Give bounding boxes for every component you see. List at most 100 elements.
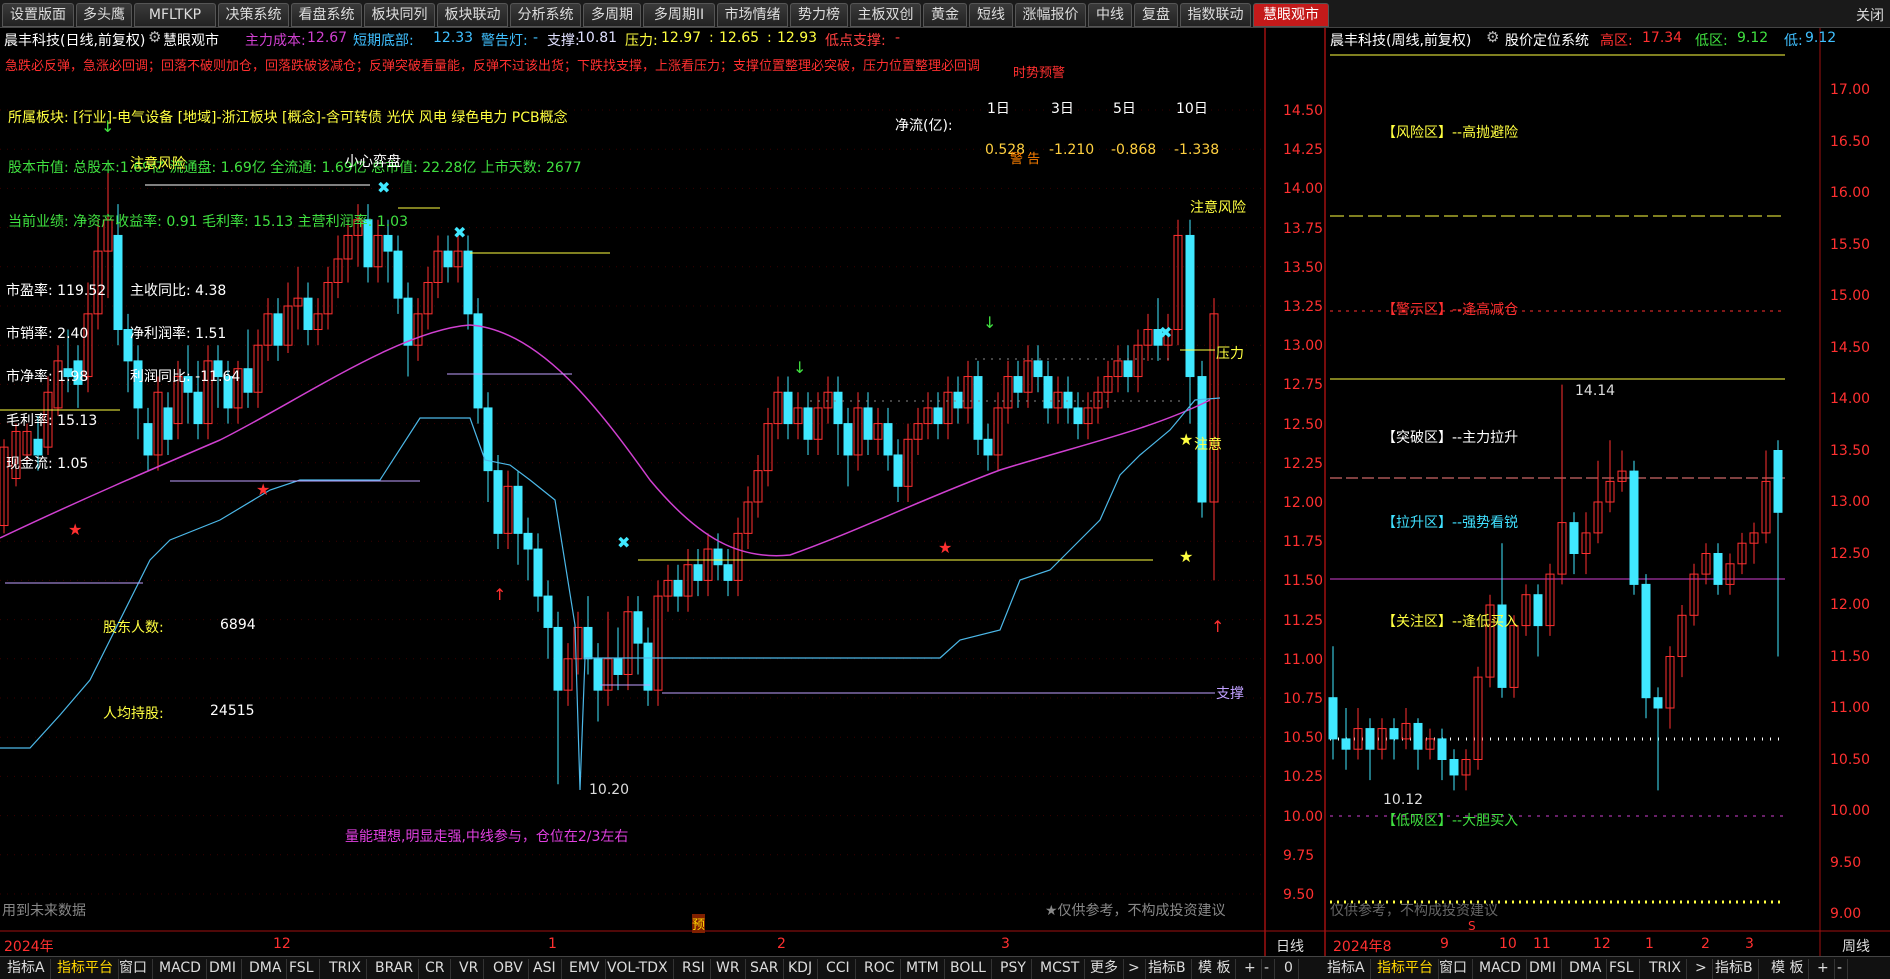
bottom-left-item-12[interactable]: ASI	[528, 959, 562, 979]
right-time-label: 1	[1645, 936, 1654, 952]
bottom-left-item-21[interactable]: MTM	[901, 959, 945, 979]
zone-breakout: 【突破区】--主力拉升	[1382, 430, 1519, 446]
bottom-right-item-1[interactable]: 指标平台	[1372, 959, 1439, 979]
bottom-left-item-0[interactable]: 指标A	[2, 959, 51, 979]
right-settings-icon[interactable]: ⚙	[1486, 28, 1499, 46]
bottom-left-item-9[interactable]: CR	[420, 959, 451, 979]
left-axis-tick: 13.75	[1283, 220, 1324, 237]
header-value-0: 12.67	[307, 30, 348, 46]
bottom-left-item-4[interactable]: DMI	[204, 959, 242, 979]
tab-19[interactable]: 慧眼观市	[1253, 3, 1329, 27]
candle-body	[113, 234, 123, 331]
tab-10[interactable]: 市场情绪	[717, 3, 788, 27]
candle-body	[473, 313, 483, 409]
bottom-left-item-7[interactable]: TRIX	[324, 959, 367, 979]
weekly-candle-body	[1773, 450, 1783, 513]
tab-12[interactable]: 主板双创	[850, 3, 921, 27]
bottom-left-item-13[interactable]: EMV	[564, 959, 606, 979]
bottom-left-item-5[interactable]: DMA	[244, 959, 288, 979]
tab-3[interactable]: 决策系统	[218, 3, 289, 27]
tab-0[interactable]: 设置版面	[2, 3, 74, 27]
tab-11[interactable]: 势力榜	[790, 3, 848, 27]
tab-15[interactable]: 涨幅报价	[1015, 3, 1086, 27]
settings-icon[interactable]: ⚙	[148, 28, 161, 46]
bottom-right-item-2[interactable]: 窗口	[1434, 959, 1473, 979]
right-axis-tick: 17.00	[1830, 82, 1871, 98]
bottom-left-item-22[interactable]: BOLL	[945, 959, 992, 979]
left-axis-tick: 13.50	[1283, 259, 1324, 276]
tab-7[interactable]: 分析系统	[510, 3, 581, 27]
bottom-left-item-20[interactable]: ROC	[859, 959, 901, 979]
high-zone-label: 高区:	[1600, 33, 1633, 49]
bottom-left-item-17[interactable]: SAR	[745, 959, 785, 979]
bottom-left-item-10[interactable]: VR	[454, 959, 485, 979]
tab-5[interactable]: 板块同列	[364, 3, 435, 27]
bottom-right-item-4[interactable]: DMI	[1524, 959, 1562, 979]
right-axis-tick: 11.50	[1830, 648, 1871, 665]
bottom-left-item-14[interactable]: VOL-TDX	[602, 959, 674, 979]
bottom-left-item-25[interactable]: 更多	[1085, 959, 1124, 979]
left-time-label: 3	[1001, 936, 1010, 952]
bottom-right-item-6[interactable]: FSL	[1604, 959, 1640, 979]
bottom-left-item-1[interactable]: 指标平台	[52, 959, 119, 979]
bottom-left-item-11[interactable]: OBV	[488, 959, 529, 979]
bottom-right-item-7[interactable]: TRIX	[1644, 959, 1687, 979]
bottom-left-item-23[interactable]: PSY	[995, 959, 1032, 979]
tab-16[interactable]: 中线	[1088, 3, 1132, 27]
left-time-label: 1	[548, 936, 557, 952]
header-value-3: 10.81	[577, 30, 618, 46]
left-axis-tick: 11.25	[1283, 612, 1324, 629]
candle-body	[953, 391, 963, 409]
left-disclaimer: ★仅供参考，不构成投资建议	[1045, 903, 1226, 919]
bottom-left-item-6[interactable]: FSL	[284, 959, 320, 979]
sector-info: 所属板块: [行业]-电气设备 [地域]-浙江板块 [概念]-含可转债 光伏 风…	[8, 110, 568, 126]
weekly-candle-body	[1653, 697, 1663, 709]
bottom-left-item-3[interactable]: MACD	[154, 959, 207, 979]
bottom-left-item-27[interactable]: 指标B	[1143, 959, 1192, 979]
right-time-label: 10	[1499, 936, 1517, 952]
left-axis-tick: 9.50	[1283, 887, 1315, 903]
tab-17[interactable]: 复盘	[1134, 3, 1178, 27]
caution-label-2: 注意风险	[1190, 200, 1246, 216]
bottom-right-item-0[interactable]: 指标A	[1322, 959, 1371, 979]
bottom-right-item-3[interactable]: MACD	[1474, 959, 1527, 979]
bottom-left-item-28[interactable]: 模 板	[1193, 959, 1237, 979]
holders-label: 股东人数:	[103, 620, 164, 636]
ratio-gross-margin: 毛利率: 15.13	[6, 413, 98, 429]
bottom-left-item-2[interactable]: 窗口	[114, 959, 153, 979]
tab-14[interactable]: 短线	[969, 3, 1013, 27]
left-axis-tick: 10.75	[1283, 691, 1324, 707]
header-value-2: -	[533, 30, 539, 46]
left-axis-tick: 11.00	[1283, 651, 1324, 668]
tab-2[interactable]: MFLTKP	[134, 3, 216, 27]
bottom-right-item-10[interactable]: 模 板	[1766, 959, 1810, 979]
tab-8[interactable]: 多周期	[583, 3, 641, 27]
bottom-left-item-31[interactable]: 0	[1279, 959, 1299, 979]
forecast-marker: 预	[692, 914, 706, 933]
bottom-left-item-30[interactable]: -	[1259, 959, 1276, 979]
tab-9[interactable]: 多周期II	[643, 3, 715, 27]
tab-4[interactable]: 看盘系统	[291, 3, 362, 27]
bottom-left-item-15[interactable]: RSI	[677, 959, 711, 979]
left-axis-tick: 13.25	[1283, 299, 1324, 315]
right-axis-tick: 13.00	[1830, 494, 1871, 510]
close-button[interactable]: 关闭	[1856, 5, 1884, 25]
weekly-candle-body	[1389, 728, 1399, 740]
bottom-left-item-16[interactable]: WR	[711, 959, 746, 979]
bottom-left-item-8[interactable]: BRAR	[370, 959, 420, 979]
ratio-profit-yoy: 利润同比: -11.64	[130, 369, 241, 385]
bottom-right-item-9[interactable]: 指标B	[1710, 959, 1759, 979]
tab-13[interactable]: 黄金	[923, 3, 967, 27]
bottom-left-item-19[interactable]: CCI	[821, 959, 856, 979]
tab-1[interactable]: 多头鹰	[76, 3, 132, 27]
right-axis-tick: 9.00	[1830, 906, 1862, 922]
weekly-candle-body	[1365, 728, 1375, 750]
tab-6[interactable]: 板块联动	[437, 3, 508, 27]
bottom-left-item-24[interactable]: MCST	[1035, 959, 1086, 979]
bottom-right-item-12[interactable]: -	[1832, 959, 1849, 979]
tab-18[interactable]: 指数联动	[1180, 3, 1251, 27]
bottom-right-item-5[interactable]: DMA	[1564, 959, 1608, 979]
zone-focus: 【关注区】--逢低买入	[1382, 614, 1519, 630]
candle-body	[243, 368, 253, 393]
bottom-left-item-18[interactable]: KDJ	[783, 959, 819, 979]
